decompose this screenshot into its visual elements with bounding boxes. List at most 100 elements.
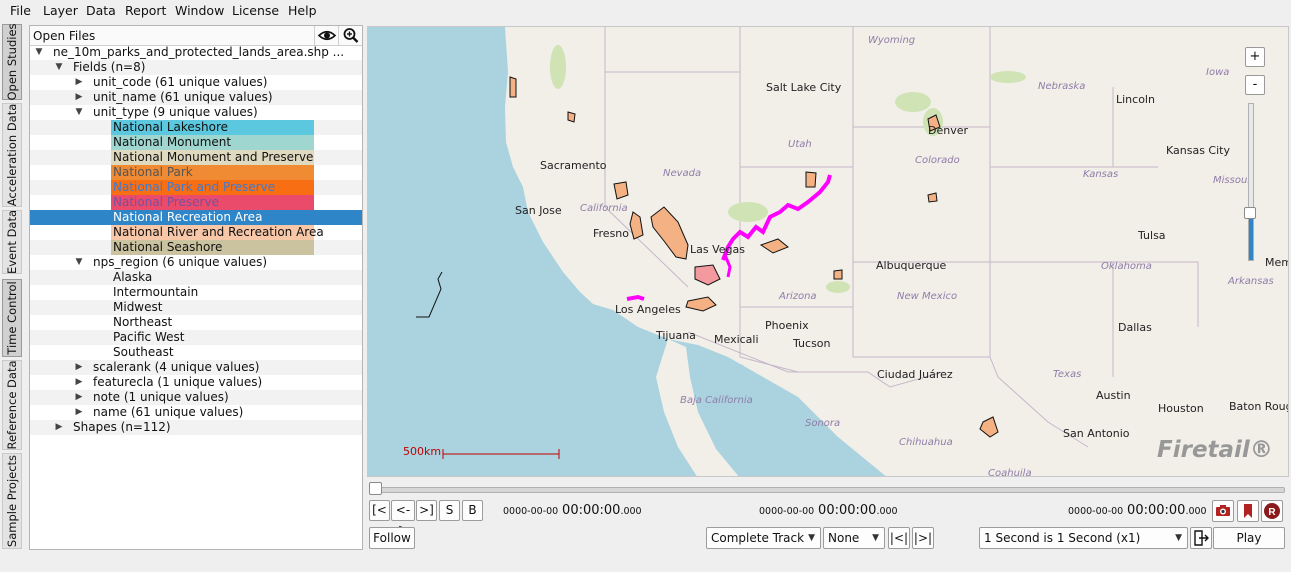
menu-window[interactable]: Window bbox=[175, 3, 224, 18]
jump-end-button[interactable]: >] bbox=[416, 500, 437, 521]
menu-report[interactable]: Report bbox=[125, 3, 166, 18]
menu-data[interactable]: Data bbox=[86, 3, 116, 18]
end-time-readout: 0000-00-00 00:00:00.000 bbox=[1068, 503, 1207, 518]
step-forward-button[interactable]: |>| bbox=[912, 527, 934, 549]
zoom-slider-handle[interactable] bbox=[1244, 207, 1256, 219]
region-row[interactable]: Alaska bbox=[30, 270, 362, 285]
play-button[interactable]: Play bbox=[1213, 527, 1285, 549]
city-label: Las Vegas bbox=[690, 243, 745, 256]
camera-icon[interactable] bbox=[1212, 500, 1234, 522]
region-row[interactable]: Southeast bbox=[30, 345, 362, 360]
unit-type-row[interactable]: National Park and Preserve bbox=[30, 180, 362, 195]
range-button[interactable]: <-> bbox=[391, 500, 415, 536]
tree-shapes-row[interactable]: ▶ Shapes (n=112) bbox=[30, 420, 362, 435]
bookmark-button[interactable]: B bbox=[462, 500, 483, 521]
zoom-in-icon[interactable] bbox=[338, 26, 363, 45]
chevron-down-icon[interactable]: ▼ bbox=[74, 105, 84, 120]
current-date: 0000-00-00 bbox=[759, 506, 815, 517]
tab-label: Sample Projects bbox=[5, 454, 19, 548]
unit-type-row[interactable]: National Monument bbox=[30, 135, 362, 150]
field-label: unit_code (61 unique values) bbox=[93, 75, 268, 89]
tab-time-control[interactable]: Time Control bbox=[2, 279, 22, 357]
unit-type-row[interactable]: National Lakeshore bbox=[30, 120, 362, 135]
chevron-right-icon[interactable]: ▶ bbox=[74, 75, 84, 90]
tree-field-row[interactable]: ▶ scalerank (4 unique values) bbox=[30, 360, 362, 375]
unit-type-chip: National Park and Preserve bbox=[111, 180, 314, 195]
tab-sample-projects[interactable]: Sample Projects bbox=[2, 453, 22, 549]
menu-layer[interactable]: Layer bbox=[43, 3, 78, 18]
region-row[interactable]: Midwest bbox=[30, 300, 362, 315]
speed-select[interactable]: 1 Second is 1 Second (x1) ▼ bbox=[979, 527, 1188, 549]
chevron-right-icon[interactable]: ▶ bbox=[74, 90, 84, 105]
chevron-down-icon[interactable]: ▼ bbox=[54, 60, 64, 75]
region-row[interactable]: Northeast bbox=[30, 315, 362, 330]
unit-type-row[interactable]: National Park bbox=[30, 165, 362, 180]
unit-type-chip: National Preserve bbox=[111, 195, 314, 210]
chevron-down-icon: ▼ bbox=[1175, 533, 1182, 543]
track-mode-select[interactable]: Complete Track ▼ bbox=[706, 527, 821, 549]
tree-field-row[interactable]: ▶ featurecla (1 unique values) bbox=[30, 375, 362, 390]
unit-type-row-selected[interactable]: National Recreation Area bbox=[30, 210, 362, 225]
chevron-right-icon[interactable]: ▶ bbox=[74, 375, 84, 390]
menu-license[interactable]: License bbox=[232, 3, 279, 18]
zoom-in-button[interactable]: + bbox=[1245, 47, 1265, 67]
bookmark-icon[interactable] bbox=[1237, 500, 1259, 522]
unit-type-row[interactable]: National Monument and Preserve bbox=[30, 150, 362, 165]
chevron-right-icon[interactable]: ▶ bbox=[54, 420, 64, 435]
tab-reference-data[interactable]: Reference Data bbox=[2, 360, 22, 450]
eye-icon[interactable] bbox=[314, 26, 339, 45]
set-start-button[interactable]: S bbox=[439, 500, 460, 521]
current-time-readout: 0000-00-00 00:00:00.000 bbox=[759, 503, 898, 518]
tree-field-row[interactable]: ▶ unit_name (61 unique values) bbox=[30, 90, 362, 105]
tree-field-row[interactable]: ▼ unit_type (9 unique values) bbox=[30, 105, 362, 120]
chevron-right-icon[interactable]: ▶ bbox=[74, 390, 84, 405]
step-back-button[interactable]: |<| bbox=[888, 527, 910, 549]
timeline-slider[interactable] bbox=[375, 487, 1285, 493]
unit-type-row[interactable]: National Preserve bbox=[30, 195, 362, 210]
tab-label: Event Data bbox=[5, 209, 19, 275]
tree-field-row[interactable]: ▶ note (1 unique values) bbox=[30, 390, 362, 405]
tree-file-row[interactable]: ▼ ne_10m_parks_and_protected_lands_area.… bbox=[30, 45, 362, 60]
chevron-down-icon[interactable]: ▼ bbox=[74, 255, 84, 270]
tree-fields-row[interactable]: ▼ Fields (n=8) bbox=[30, 60, 362, 75]
city-label: Kansas City bbox=[1166, 144, 1230, 157]
tree-field-row[interactable]: ▼ nps_region (6 unique values) bbox=[30, 255, 362, 270]
tab-open-studies[interactable]: Open Studies bbox=[2, 23, 22, 101]
city-label: Mexicali bbox=[714, 333, 759, 346]
chevron-down-icon[interactable]: ▼ bbox=[34, 45, 44, 60]
firetail-watermark: Firetail® bbox=[1157, 437, 1273, 463]
region-label: Midwest bbox=[113, 300, 163, 314]
follow-button[interactable]: Follow bbox=[369, 527, 415, 549]
state-label: Utah bbox=[788, 139, 812, 150]
state-label: Nebraska bbox=[1038, 81, 1086, 92]
unit-type-row[interactable]: National River and Recreation Area bbox=[30, 225, 362, 240]
state-label: New Mexico bbox=[897, 291, 958, 302]
region-row[interactable]: Pacific West bbox=[30, 330, 362, 345]
map-view[interactable]: Salt Lake City Sacramento San Jose Fresn… bbox=[367, 26, 1289, 477]
tree-field-row[interactable]: ▶ unit_code (61 unique values) bbox=[30, 75, 362, 90]
chevron-right-icon[interactable]: ▶ bbox=[74, 360, 84, 375]
secondary-mode-select[interactable]: None ▼ bbox=[823, 527, 885, 549]
menu-file[interactable]: File bbox=[10, 3, 31, 18]
tab-acceleration-data[interactable]: Acceleration Data bbox=[2, 103, 22, 207]
end-clock: 00:00:00 bbox=[1127, 503, 1186, 518]
zoom-slider-track[interactable] bbox=[1248, 103, 1254, 261]
unit-type-row[interactable]: National Seashore bbox=[30, 240, 362, 255]
menu-help[interactable]: Help bbox=[288, 3, 317, 18]
tab-label: Acceleration Data bbox=[5, 103, 19, 207]
field-label: name (61 unique values) bbox=[93, 405, 244, 419]
region-row[interactable]: Intermountain bbox=[30, 285, 362, 300]
chevron-right-icon[interactable]: ▶ bbox=[74, 405, 84, 420]
region-label: Southeast bbox=[113, 345, 174, 359]
unit-type-label: National Preserve bbox=[113, 195, 219, 209]
end-ms: .000 bbox=[1185, 506, 1207, 517]
unit-type-chip: National Recreation Area bbox=[111, 210, 314, 225]
tab-event-data[interactable]: Event Data bbox=[2, 210, 22, 274]
jump-start-button[interactable]: [< bbox=[369, 500, 390, 521]
zoom-out-button[interactable]: - bbox=[1245, 75, 1265, 95]
export-icon[interactable] bbox=[1190, 527, 1212, 549]
city-label: Sacramento bbox=[540, 159, 607, 172]
tree-field-row[interactable]: ▶ name (61 unique values) bbox=[30, 405, 362, 420]
record-icon[interactable]: R bbox=[1261, 500, 1283, 522]
timeline-slider-handle[interactable] bbox=[369, 482, 382, 495]
